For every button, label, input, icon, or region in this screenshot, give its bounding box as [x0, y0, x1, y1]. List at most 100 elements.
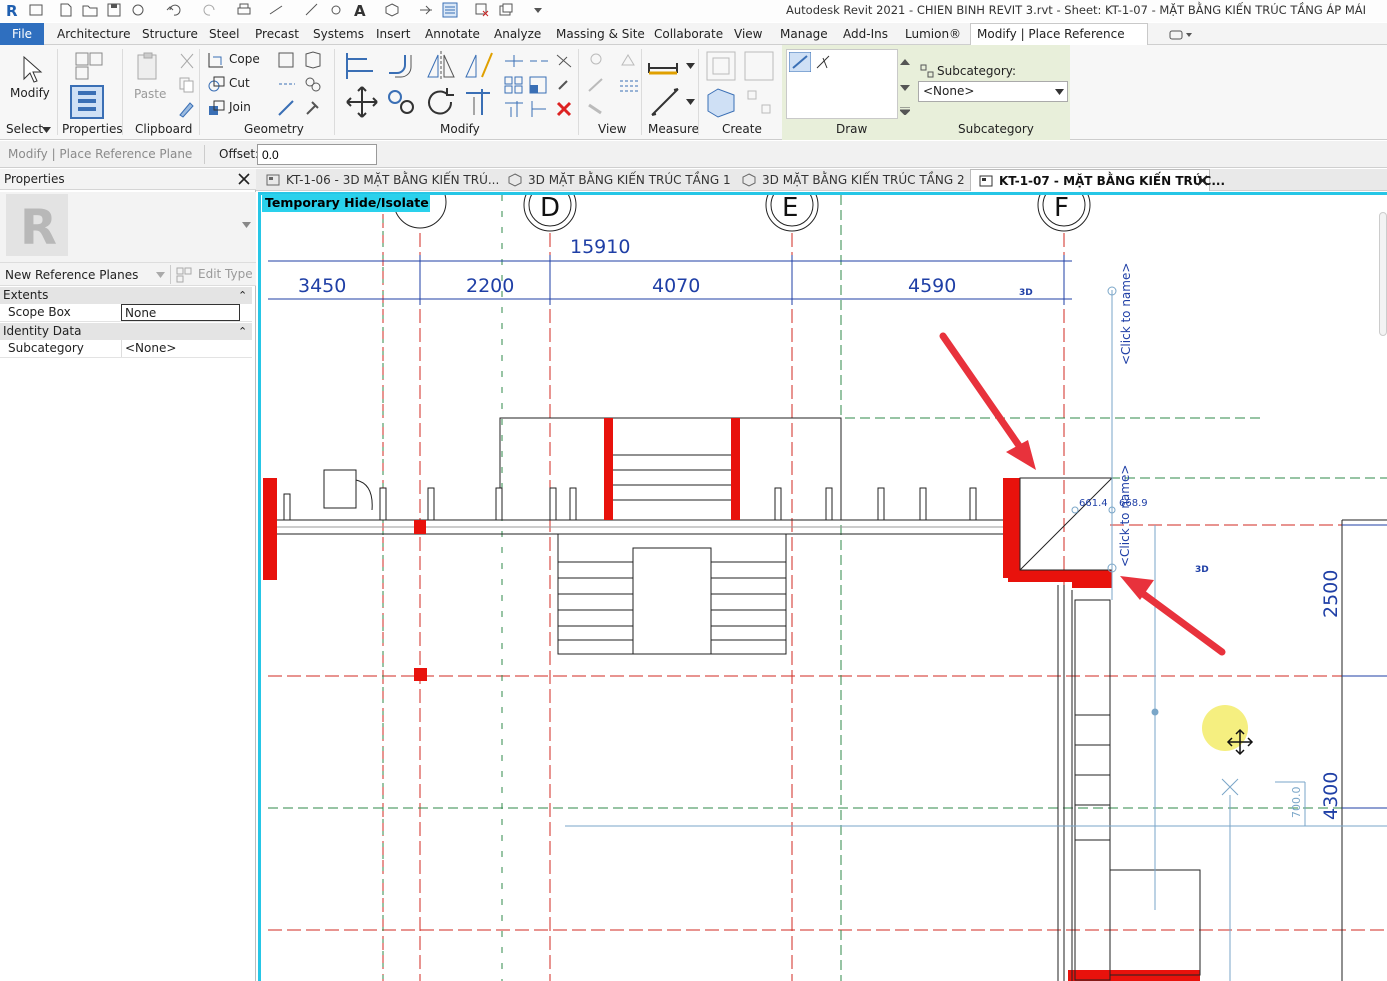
align-icon[interactable]	[343, 49, 377, 83]
beam-icon[interactable]	[276, 98, 298, 118]
pin-icon[interactable]	[553, 75, 575, 95]
group-identity-data[interactable]: Identity Data ⌃	[0, 323, 252, 340]
thin-lines-qa-icon[interactable]	[442, 2, 458, 18]
cut-button[interactable]: Cut	[229, 76, 250, 90]
view-tab[interactable]: 3D MẶT BẰNG KIẾN TRÚC TẦNG 2	[734, 169, 968, 191]
dimension-segment[interactable]: 3450	[298, 275, 346, 297]
gallery-scroll-down-icon[interactable]	[900, 85, 910, 91]
type-properties-icon[interactable]	[72, 49, 106, 83]
create-similar-icon[interactable]	[742, 85, 776, 119]
scale-icon[interactable]	[528, 75, 550, 95]
paste-icon[interactable]	[132, 51, 166, 85]
pick-lines-icon[interactable]	[813, 52, 835, 72]
dimension-qa-icon[interactable]	[304, 2, 320, 18]
type-filter-dropdown[interactable]: New Reference Planes	[5, 268, 138, 282]
redo-icon[interactable]	[202, 2, 218, 18]
navigation-bar[interactable]	[1379, 212, 1387, 336]
tab-collaborate[interactable]: Collaborate	[654, 27, 723, 41]
create-assembly-icon[interactable]	[704, 49, 738, 83]
listening-dimension[interactable]: 700.0	[1290, 787, 1303, 819]
filter-icon[interactable]	[586, 99, 608, 119]
hide-element-icon[interactable]	[618, 51, 640, 71]
edit-type-button[interactable]: Edit Type	[198, 267, 253, 281]
dimension-segment[interactable]: 4070	[652, 275, 700, 297]
revit-logo-icon[interactable]: R	[4, 2, 20, 18]
gallery-expand-icon[interactable]	[900, 107, 910, 115]
tag-qa-icon[interactable]	[328, 2, 344, 18]
cut-scissors-icon[interactable]	[176, 51, 198, 71]
aligned-dimension-icon[interactable]	[648, 85, 682, 119]
array-icon[interactable]	[503, 75, 525, 95]
cut-geometry-icon[interactable]	[206, 74, 228, 94]
unpin-icon[interactable]	[553, 51, 575, 71]
tab-add-ins[interactable]: Add-Ins	[843, 27, 888, 41]
paint-icon[interactable]	[276, 74, 298, 94]
trim-single-icon[interactable]	[528, 99, 550, 119]
group-extents[interactable]: Extents ⌃	[0, 287, 252, 304]
tab-file[interactable]: File	[0, 23, 44, 45]
measure-between-icon[interactable]	[646, 51, 680, 85]
cope-icon[interactable]	[206, 50, 228, 70]
subcategory-value[interactable]: <None>	[121, 340, 240, 357]
cope-button[interactable]: Cope	[229, 52, 260, 66]
click-to-name-label[interactable]: <Click to name>	[1118, 465, 1132, 567]
delete-icon[interactable]	[553, 99, 575, 119]
offset-input[interactable]	[257, 144, 377, 165]
lightbulb-icon[interactable]	[586, 51, 608, 71]
mirror-pick-axis-icon[interactable]	[424, 49, 458, 83]
tab-systems[interactable]: Systems	[313, 27, 364, 41]
tab-insert[interactable]: Insert	[376, 27, 410, 41]
hammer-icon[interactable]	[302, 98, 324, 118]
create-parts-icon[interactable]	[742, 49, 776, 83]
temporary-dimension[interactable]: 668.9	[1119, 498, 1148, 509]
click-to-name-label[interactable]: <Click to name>	[1119, 263, 1133, 365]
copy-icon[interactable]	[176, 75, 198, 95]
demolish-icon[interactable]	[302, 74, 324, 94]
switch-windows-qa-icon[interactable]	[498, 2, 514, 18]
draw-line-icon[interactable]	[789, 52, 811, 72]
dimension-dropdown-icon[interactable]	[686, 99, 695, 105]
scope-box-value[interactable]: None	[121, 304, 240, 321]
trim-multiple-icon[interactable]	[503, 99, 525, 119]
modify-arrow-icon[interactable]	[14, 53, 48, 87]
tab-structure[interactable]: Structure	[142, 27, 198, 41]
create-group-icon[interactable]	[704, 85, 738, 119]
close-hidden-qa-icon[interactable]	[474, 2, 490, 18]
override-graphics-icon[interactable]	[586, 75, 608, 95]
select-dropdown[interactable]: Select	[6, 122, 43, 136]
save-icon[interactable]	[106, 2, 122, 18]
close-tab-icon[interactable]	[1197, 175, 1208, 186]
temporary-dimension[interactable]: 661.4	[1079, 498, 1108, 509]
copy-elements-icon[interactable]	[385, 85, 419, 119]
linework-icon[interactable]	[618, 75, 640, 95]
tab-architecture[interactable]: Architecture	[57, 27, 130, 41]
paste-button[interactable]: Paste	[134, 87, 166, 101]
measure-dropdown-icon[interactable]	[686, 63, 695, 69]
move-icon[interactable]	[345, 85, 379, 119]
tab-view[interactable]: View	[734, 27, 762, 41]
close-icon[interactable]	[238, 173, 250, 185]
new-icon[interactable]	[58, 2, 74, 18]
wall-joins-icon[interactable]	[276, 50, 298, 70]
split-element-icon[interactable]	[503, 51, 525, 71]
view-tab[interactable]: KT-1-06 - 3D MẶT BẰNG KIẾN TRÚ...	[258, 169, 499, 191]
split-face-icon[interactable]	[302, 50, 324, 70]
subcategory-select[interactable]: <None>	[918, 81, 1068, 102]
modify-button[interactable]: Modify	[10, 86, 50, 100]
dimension-right[interactable]: 4300	[1320, 772, 1342, 820]
drawing-canvas[interactable]: D E F 15910 3450 2200 4070 4590 3D 3D <C…	[258, 192, 1387, 981]
ribbon-minimize-icon[interactable]	[1168, 28, 1194, 42]
tab-lumion[interactable]: Lumion®	[905, 27, 961, 41]
view-tab-active[interactable]: KT-1-07 - MẶT BẰNG KIẾN TRÚC...	[970, 169, 1225, 191]
gallery-scroll-up-icon[interactable]	[900, 59, 910, 65]
section-qa-icon[interactable]	[418, 2, 434, 18]
tab-manage[interactable]: Manage	[780, 27, 828, 41]
tab-steel[interactable]: Steel	[209, 27, 239, 41]
split-gap-icon[interactable]	[528, 51, 550, 71]
measure-qa-icon[interactable]	[268, 2, 284, 18]
tab-annotate[interactable]: Annotate	[425, 27, 480, 41]
customize-qa-dropdown-icon[interactable]	[530, 2, 546, 18]
sync-icon[interactable]	[130, 2, 146, 18]
undo-icon[interactable]	[166, 2, 182, 18]
type-selector[interactable]: R	[0, 192, 256, 262]
